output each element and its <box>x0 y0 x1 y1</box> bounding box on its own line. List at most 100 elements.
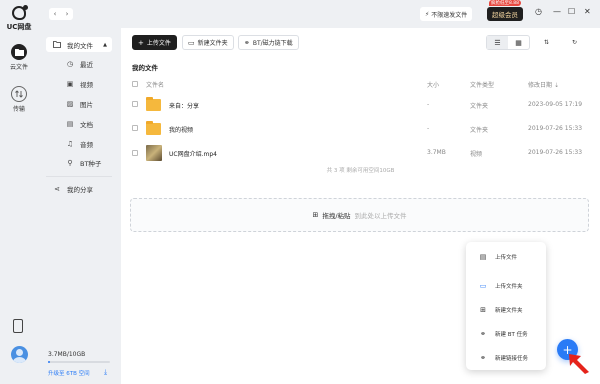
file-name[interactable]: 我的视频 <box>169 125 193 134</box>
upload-dropzone[interactable]: ⊞ 拖拽/粘贴 到此处以上传文件 <box>130 198 589 232</box>
sidebar-item-my-files[interactable]: 我的文件 ▲ <box>46 37 112 52</box>
row-checkbox[interactable] <box>132 150 138 156</box>
upload-menu-popup: ▤ 上传文件 ▭ 上传文件夹 ⊞ 新建文件夹 ⚭ 新建 BT 任务 ⚭ 新建链接任务 <box>466 242 546 370</box>
upload-button[interactable]: + 上传文件 <box>132 35 177 50</box>
app-logo-text: UC网盘 <box>6 23 32 31</box>
back-icon[interactable]: ‹ <box>54 10 57 18</box>
sidebar-item-label: 文档 <box>80 120 93 129</box>
bt-download-button[interactable]: ⚭ BT/磁力链下载 <box>238 35 299 50</box>
sidebar-item-label: 图片 <box>80 100 93 109</box>
file-size: 3.7MB <box>427 149 446 156</box>
table-row[interactable]: 我的视频 - 文件夹 2019-07-26 15:33 <box>132 118 588 140</box>
grid-view-icon[interactable]: ▦ <box>508 36 529 49</box>
clock-icon: ◷ <box>66 59 74 68</box>
sidebar-item-bt-seed[interactable]: ⚲ BT种子 <box>46 155 112 170</box>
select-all-checkbox[interactable] <box>132 81 138 87</box>
upgrade-link[interactable]: 升级至 6TB 空间 <box>48 369 90 377</box>
minimize-icon[interactable]: — <box>553 7 561 16</box>
caret-up-icon: ▲ <box>103 41 107 48</box>
link-icon: ⚭ <box>480 354 486 362</box>
rail-transfer-label: 传输 <box>12 106 25 113</box>
breadcrumb[interactable]: 我的文件 <box>132 62 158 72</box>
storage-bar <box>48 361 110 363</box>
file-name[interactable]: 来自：分享 <box>169 101 199 110</box>
link-icon: ⚭ <box>480 330 486 338</box>
history-nav: ‹ › <box>49 8 73 20</box>
sidebar-divider <box>46 176 112 177</box>
file-date: 2019-07-26 15:33 <box>528 125 583 132</box>
list-view-icon[interactable]: ☰ <box>487 36 508 49</box>
menu-item-new-link-task[interactable]: ⚭ 新建链接任务 <box>466 348 546 368</box>
sidebar-item-label: BT种子 <box>80 159 102 168</box>
maximize-icon[interactable]: ☐ <box>568 7 575 16</box>
sidebar-item-video[interactable]: ▣ 视频 <box>46 76 112 91</box>
no-limit-button[interactable]: ⚡ 不限速发文件 <box>420 7 473 21</box>
table-row[interactable]: UC网盘介绍.mp4 3.7MB 视频 2019-07-26 15:33 <box>132 142 588 164</box>
col-date[interactable]: 修改日期 ⇣ <box>528 80 559 89</box>
storage-usage: 3.7MB/10GB <box>48 351 86 358</box>
col-type[interactable]: 文件类型 <box>470 80 494 89</box>
rail-transfer[interactable]: 传输 <box>7 86 31 113</box>
new-folder-label: 新建文件夹 <box>197 40 228 47</box>
col-size[interactable]: 大小 <box>427 80 439 89</box>
folder-icon <box>146 121 161 135</box>
vip-label: 超级会员 <box>492 11 518 19</box>
forward-icon[interactable]: › <box>66 10 69 18</box>
download-icon[interactable]: ⤓ <box>104 368 107 377</box>
sidebar-item-my-share[interactable]: ⋖ 我的分享 <box>46 181 112 196</box>
menu-item-label: 新建文件夹 <box>495 308 523 314</box>
sidebar-item-audio[interactable]: ♫ 音频 <box>46 136 112 151</box>
toolbar: + 上传文件 ▭ 新建文件夹 ⚭ BT/磁力链下载 ☰ ▦ ⇅ ↻ <box>121 32 600 54</box>
vip-promo-badge: 疯抢低至8.88 <box>489 0 522 6</box>
share-icon: ⋖ <box>54 184 60 193</box>
menu-item-new-folder[interactable]: ⊞ 新建文件夹 <box>466 300 546 320</box>
pointer-arrow-icon <box>569 354 589 374</box>
file-type: 文件夹 <box>470 127 489 134</box>
file-name[interactable]: UC网盘介绍.mp4 <box>169 149 217 158</box>
sort-desc-icon: ⇣ <box>553 82 559 89</box>
menu-item-upload-file[interactable]: ▤ 上传文件 <box>466 247 546 267</box>
row-checkbox[interactable] <box>132 125 138 131</box>
audio-icon: ♫ <box>66 139 74 148</box>
bt-download-label: BT/磁力链下载 <box>252 40 293 47</box>
sidebar-item-images[interactable]: ▨ 图片 <box>46 96 112 111</box>
dropzone-hint: 到此处以上传文件 <box>354 212 407 220</box>
file-size: - <box>427 101 430 108</box>
no-limit-label: 不限速发文件 <box>431 11 468 19</box>
menu-item-label: 新建链接任务 <box>495 356 529 362</box>
refresh-icon[interactable]: ↻ <box>567 35 583 50</box>
row-checkbox[interactable] <box>132 101 138 107</box>
storage-bar-fill <box>48 361 50 363</box>
upload-label: 上传文件 <box>146 40 171 47</box>
app-logo: UC网盘 <box>6 5 32 32</box>
file-date: 2023-09-05 17:19 <box>528 101 583 108</box>
list-summary: 共 3 项 剩余可用空间10GB <box>326 168 395 174</box>
plus-icon: + <box>138 38 144 47</box>
lightning-icon: ⚡ <box>425 10 430 18</box>
sidebar-item-label: 视频 <box>80 80 93 89</box>
sort-icon[interactable]: ⇅ <box>539 35 555 50</box>
folder-add-icon: ▭ <box>188 38 195 47</box>
vip-button[interactable]: 疯抢低至8.88 超级会员 <box>487 0 523 21</box>
file-type: 文件夹 <box>470 103 489 110</box>
sidebar-item-documents[interactable]: ▤ 文档 <box>46 116 112 131</box>
menu-item-upload-folder[interactable]: ▭ 上传文件夹 <box>466 276 546 296</box>
table-row[interactable]: 来自：分享 - 文件夹 2023-09-05 17:19 <box>132 94 588 116</box>
file-size: - <box>427 125 430 132</box>
sidebar: ‹ › 我的文件 ▲ ◷ 最近 ▣ 视频 ▨ 图片 ▤ 文档 ♫ 音频 ⚲ BT… <box>38 0 118 384</box>
document-icon: ▤ <box>479 253 487 261</box>
video-thumbnail <box>146 145 162 161</box>
col-name[interactable]: 文件名 <box>146 80 164 89</box>
file-type: 视频 <box>470 151 483 158</box>
avatar[interactable] <box>11 346 28 363</box>
clock-icon[interactable]: ◷ <box>535 7 542 16</box>
image-icon: ▨ <box>66 99 74 108</box>
new-folder-button[interactable]: ▭ 新建文件夹 <box>182 35 234 50</box>
link-icon: ⚭ <box>244 38 250 47</box>
sidebar-item-recent[interactable]: ◷ 最近 <box>46 56 112 71</box>
menu-item-new-bt-task[interactable]: ⚭ 新建 BT 任务 <box>466 324 546 344</box>
mobile-phone-icon[interactable] <box>13 319 23 333</box>
menu-item-label: 上传文件 <box>495 255 518 261</box>
close-icon[interactable]: ✕ <box>584 7 591 16</box>
rail-cloud-files[interactable]: 云文件 <box>7 44 31 71</box>
